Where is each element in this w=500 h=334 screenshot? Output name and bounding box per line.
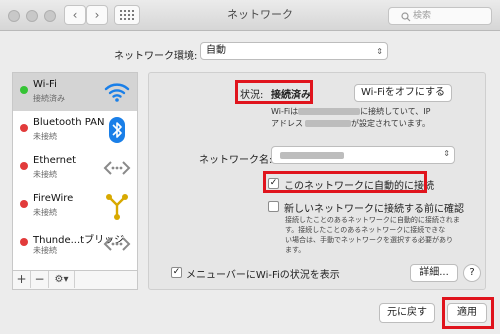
desc-text: Wi-Fiは [271,107,299,116]
ask-to-join-label: 新しいネットワークに接続する前に確認 [284,204,464,215]
network-name-select[interactable]: ⇕ [271,146,455,164]
apply-button[interactable]: 適用 [447,303,487,323]
minimize-button[interactable] [26,10,38,22]
service-name: FireWire [33,193,74,204]
gear-menu-button[interactable]: ⚙▾ [49,271,75,288]
service-status: 接続済み [33,94,65,103]
close-button[interactable] [8,10,20,22]
title-bar: ‹ › ネットワーク 検索 [0,0,500,31]
auto-join-label: このネットワークに自動的に接続 [284,181,434,192]
service-list: Wi-Fi 接続済み Bluetooth PAN 未接続 Ethernet 未接… [12,72,138,290]
wifi-off-button[interactable]: Wi-Fiをオフにする [354,84,452,102]
chevron-left-icon: ‹ [72,8,78,22]
status-dot-disconnected [20,238,28,246]
advanced-button[interactable]: 詳細... [410,264,458,282]
gear-icon: ⚙▾ [54,274,69,285]
service-item-ethernet[interactable]: Ethernet 未接続 [13,149,137,187]
ask-to-join-checkbox[interactable] [268,201,279,212]
network-preferences-window: ‹ › ネットワーク 検索 ネットワーク環境: 自動 ⇕ Wi-Fi 接続済み [0,0,500,334]
ask-join-desc-2: す。接続したことのあるネットワークに接続できな [285,226,446,234]
search-input[interactable]: 検索 [388,7,492,25]
menubar-status-label: メニューバーにWi-Fiの状況を表示 [186,270,340,281]
show-all-button[interactable] [114,5,140,25]
search-placeholder: 検索 [413,11,432,21]
status-label: 状況: [240,90,264,101]
firewire-icon [106,194,128,220]
chevron-right-icon: › [94,8,100,22]
status-dot-disconnected [20,124,28,132]
desc-text: が設定されています。 [351,119,430,128]
status-dot-disconnected [20,162,28,170]
auto-join-checkbox[interactable]: ✓ [268,178,279,189]
status-dot-disconnected [20,200,28,208]
location-value: 自動 [206,45,226,56]
thunderbolt-icon [103,237,131,251]
zoom-button[interactable] [44,10,56,22]
redacted-network-name [298,108,361,115]
status-dot-connected [20,86,28,94]
service-item-firewire[interactable]: FireWire 未接続 [13,187,137,225]
service-status: 未接続 [33,208,57,217]
search-icon [401,12,411,22]
forward-button[interactable]: › [86,5,108,25]
redacted-network-name [280,152,344,159]
chevron-updown-icon: ⇕ [443,149,450,158]
wifi-icon [104,83,130,102]
chevron-updown-icon: ⇕ [376,47,383,56]
status-value: 接続済み [271,90,311,101]
location-label: ネットワーク環境: [114,51,198,62]
service-item-bluetooth-pan[interactable]: Bluetooth PAN 未接続 [13,111,137,149]
back-button[interactable]: ‹ [64,5,86,25]
service-status: 未接続 [33,132,57,141]
remove-service-button[interactable]: − [31,271,49,288]
service-list-toolbar: + − ⚙▾ [13,270,137,289]
service-status: 未接続 [33,246,57,255]
service-item-wifi[interactable]: Wi-Fi 接続済み [13,73,137,111]
add-service-button[interactable]: + [13,271,31,288]
menubar-status-checkbox[interactable]: ✓ [171,267,182,278]
grid-icon [120,10,134,20]
revert-button[interactable]: 元に戻す [379,303,435,323]
service-name: Bluetooth PAN [33,117,105,128]
ethernet-icon [103,161,131,175]
desc-text: アドレス [271,119,303,128]
bluetooth-icon [109,117,125,143]
status-description-line-1: Wi-Fiは に接続していて、IP [271,106,430,117]
service-name: Ethernet [33,155,77,166]
window-title: ネットワーク [227,8,293,21]
ask-join-desc-4: ます。 [285,246,306,254]
service-item-thunderbolt-bridge[interactable]: Thunde...tブリッジ 未接続 [13,225,137,263]
service-status: 未接続 [33,170,57,179]
status-description-line-2: アドレス が設定されています。 [271,118,430,129]
location-select[interactable]: 自動 ⇕ [200,42,388,60]
ask-join-desc-1: 接続したことのあるネットワークに自動的に接続されま [285,216,460,224]
service-name: Wi-Fi [33,79,57,90]
network-name-label: ネットワーク名: [199,155,273,166]
redacted-ip-address [305,120,351,127]
ask-join-desc-3: い場合は、手動でネットワークを選択する必要があり [285,236,453,244]
help-button[interactable]: ? [463,264,481,282]
desc-text: に接続していて、IP [360,107,431,116]
